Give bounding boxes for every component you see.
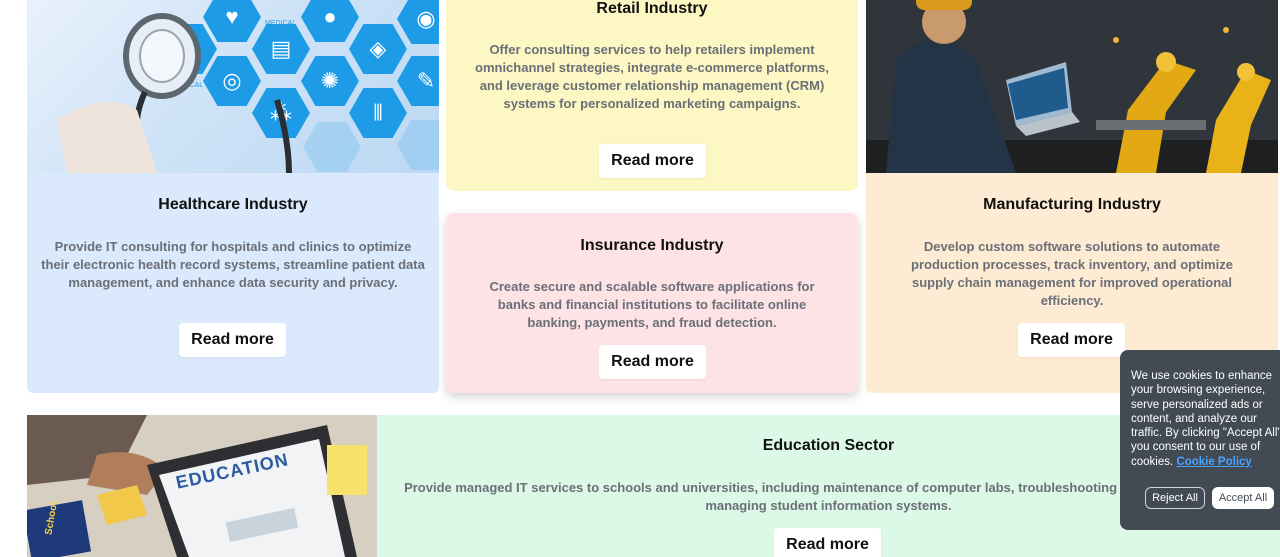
cookie-consent-text: We use cookies to enhance your browsing … <box>1131 369 1280 469</box>
insurance-card: Insurance Industry Create secure and sca… <box>446 213 858 393</box>
card-description: Offer consulting services to help retail… <box>475 42 829 111</box>
factory-robots-icon <box>866 0 1278 173</box>
read-more-button[interactable]: Read more <box>179 323 286 357</box>
card-description: Develop custom software solutions to aut… <box>911 239 1233 308</box>
manufacturing-card: Manufacturing Industry Develop custom so… <box>866 0 1278 393</box>
card-title: Manufacturing Industry <box>983 196 1161 213</box>
stethoscope-icon <box>57 13 292 173</box>
read-more-button[interactable]: Read more <box>774 528 881 557</box>
card-description: Create secure and scalable software appl… <box>489 279 815 330</box>
reject-all-button[interactable]: Reject All <box>1145 487 1205 509</box>
retail-card: Retail Industry Offer consulting service… <box>446 0 858 191</box>
card-title: Retail Industry <box>596 0 708 17</box>
cookie-consent-panel: We use cookies to enhance your browsing … <box>1120 350 1280 530</box>
card-title: Insurance Industry <box>580 237 724 254</box>
cookie-policy-link[interactable]: Cookie Policy <box>1176 456 1251 468</box>
card-title: Healthcare Industry <box>158 196 308 213</box>
education-card: EDUCATION School Education Sector Provid… <box>27 415 1280 557</box>
healthcare-card: ♥ ● ✚ ▤ ◈ ◉ ◎ ✺ ✎ ⁂ ⫴ MEDICAL MEDICAL He… <box>27 0 439 393</box>
read-more-button[interactable]: Read more <box>599 345 706 379</box>
read-more-button[interactable]: Read more <box>599 144 706 178</box>
cookie-consent-message: We use cookies to enhance your browsing … <box>1131 370 1280 468</box>
card-description: Provide IT consulting for hospitals and … <box>41 239 425 290</box>
accept-all-button[interactable]: Accept All <box>1212 487 1274 509</box>
education-image: EDUCATION School <box>27 415 377 557</box>
read-more-button[interactable]: Read more <box>1018 323 1125 357</box>
manufacturing-image <box>866 0 1278 173</box>
healthcare-image: ♥ ● ✚ ▤ ◈ ◉ ◎ ✺ ✎ ⁂ ⫴ MEDICAL MEDICAL <box>27 0 439 173</box>
